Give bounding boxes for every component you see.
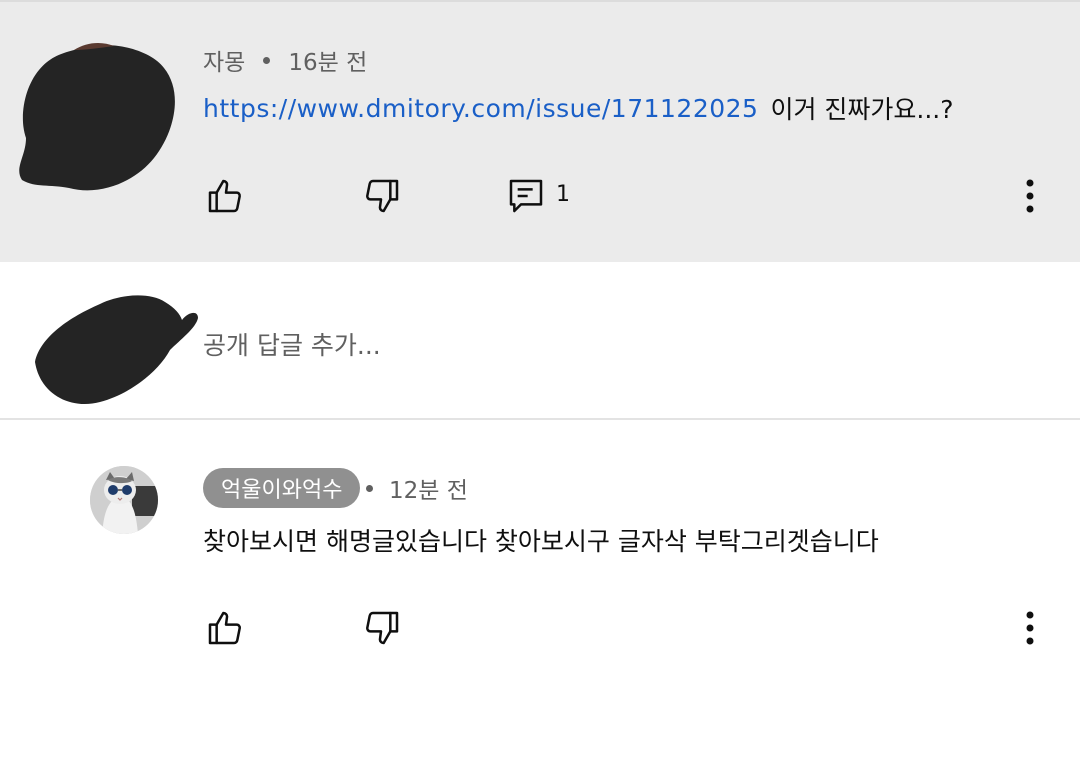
comment-thread: 자몽 16분 전 https://www.dmitory.com/issue/1… <box>0 0 1080 776</box>
comment-meta: 자몽 16분 전 <box>203 42 367 78</box>
comment-author[interactable]: 자몽 <box>203 43 245 77</box>
like-icon <box>208 179 241 213</box>
separator-dot <box>366 484 373 492</box>
dislike-icon <box>366 611 399 645</box>
redacted-avatar <box>19 42 175 191</box>
like-button[interactable] <box>203 174 247 218</box>
reply-icon <box>509 179 543 213</box>
reply-author: 억울이와억수 <box>221 478 343 503</box>
dislike-button[interactable] <box>360 174 404 218</box>
reply-count[interactable]: 1 <box>556 182 570 207</box>
comment-body: https://www.dmitory.com/issue/171122025 … <box>203 88 954 128</box>
more-options-button[interactable] <box>1010 606 1050 650</box>
more-vert-icon <box>1026 179 1034 213</box>
comment-text: 이거 진짜가요...? <box>770 95 954 124</box>
reply-input-row: 공개 답글 추가... <box>0 262 1080 420</box>
avatar[interactable] <box>90 466 158 534</box>
author-badge[interactable]: 억울이와억수 <box>203 468 361 508</box>
dislike-button[interactable] <box>360 606 404 650</box>
separator-dot <box>263 56 271 64</box>
more-vert-icon <box>1026 611 1034 645</box>
dislike-icon <box>366 179 399 213</box>
reply-comment: 억울이와억수 12분 전 찾아보시면 해명글있습니다 찾아보시구 글자삭 부탁그… <box>0 420 1080 776</box>
reply-button[interactable] <box>504 174 548 218</box>
like-button[interactable] <box>203 606 247 650</box>
more-options-button[interactable] <box>1010 174 1050 218</box>
reply-text: 찾아보시면 해명글있습니다 찾아보시구 글자삭 부탁그리겟습니다 <box>203 527 879 556</box>
reply-input[interactable]: 공개 답글 추가... <box>203 324 381 364</box>
reply-time: 12분 전 <box>389 478 468 504</box>
highlighted-comment: 자몽 16분 전 https://www.dmitory.com/issue/1… <box>0 0 1080 262</box>
cat-avatar-image <box>90 466 158 534</box>
like-icon <box>208 611 241 645</box>
comment-link[interactable]: https://www.dmitory.com/issue/171122025 <box>203 94 758 123</box>
reply-meta: 12분 전 <box>360 470 468 506</box>
comment-time: 16분 전 <box>288 50 368 76</box>
redacted-avatar <box>35 295 198 405</box>
